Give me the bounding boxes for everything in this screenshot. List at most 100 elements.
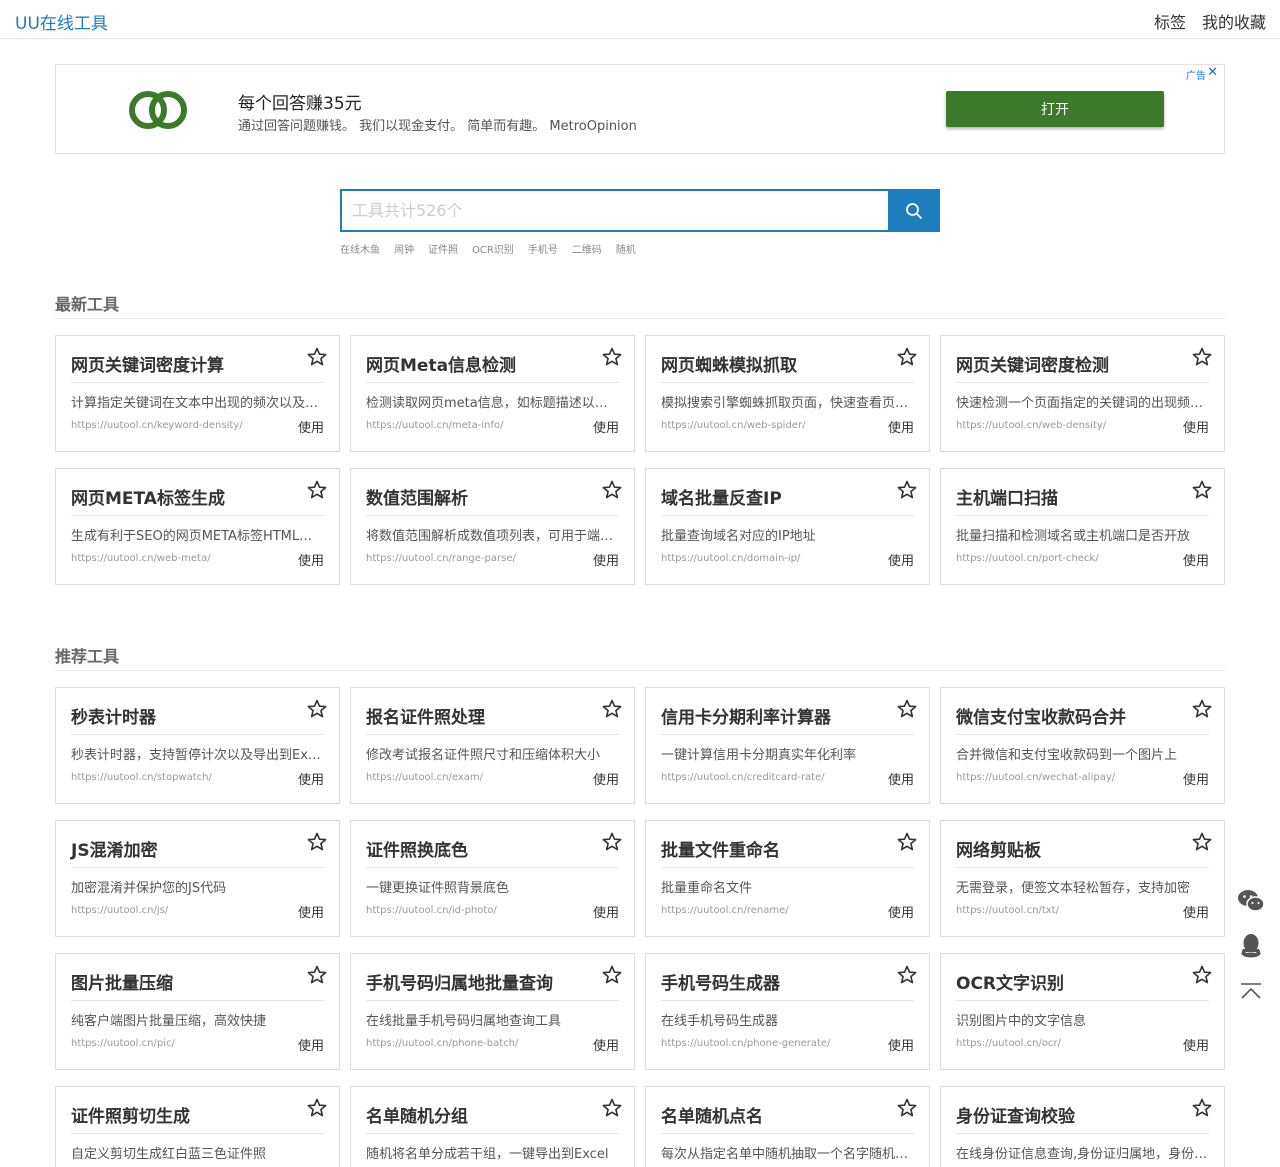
- tool-card[interactable]: 手机号码生成器 在线手机号码生成器 https://uutool.cn/phone-…: [645, 953, 930, 1070]
- use-link[interactable]: 使用: [888, 550, 914, 569]
- tool-card-title[interactable]: 证件照剪切生成: [71, 1102, 190, 1127]
- tool-card-title[interactable]: 证件照换底色: [366, 836, 468, 861]
- tool-card-title[interactable]: 网页关键词密度检测: [956, 351, 1109, 376]
- use-link[interactable]: 使用: [298, 902, 324, 921]
- tool-card[interactable]: 秒表计时器 秒表计时器，支持暂停计次以及导出到Excel https://uutoo…: [55, 687, 340, 804]
- tool-card-title[interactable]: 网页蜘蛛模拟抓取: [661, 351, 797, 376]
- tool-card-title[interactable]: 身份证查询校验: [956, 1102, 1075, 1127]
- use-link[interactable]: 使用: [593, 1035, 619, 1054]
- use-link[interactable]: 使用: [298, 417, 324, 436]
- tool-card[interactable]: 手机号码归属地批量查询 在线批量手机号码归属地查询工具 https://uutool…: [350, 953, 635, 1070]
- tool-card-title[interactable]: JS混淆加密: [71, 836, 158, 861]
- star-icon[interactable]: [1192, 699, 1212, 719]
- star-icon[interactable]: [897, 965, 917, 985]
- tool-card-title[interactable]: 网络剪贴板: [956, 836, 1041, 861]
- site-logo-link[interactable]: UU在线工具: [15, 9, 108, 34]
- star-icon[interactable]: [307, 832, 327, 852]
- star-icon[interactable]: [1192, 832, 1212, 852]
- hotword-link[interactable]: 二维码: [572, 241, 602, 256]
- tool-card[interactable]: 网页Meta信息检测 检测读取网页meta信息，如标题描述以及关键词 https:/…: [350, 335, 635, 452]
- search-button[interactable]: [888, 189, 940, 232]
- star-icon[interactable]: [602, 1098, 622, 1118]
- hotword-link[interactable]: 在线木鱼: [340, 241, 380, 256]
- hotword-link[interactable]: 随机: [616, 241, 636, 256]
- tool-card-title[interactable]: 主机端口扫描: [956, 484, 1058, 509]
- tool-card[interactable]: 网页关键词密度检测快速检测一个页面指定的关键词的出现频次与密度 https://u…: [940, 335, 1225, 452]
- star-icon[interactable]: [307, 1098, 327, 1118]
- use-link[interactable]: 使用: [593, 417, 619, 436]
- wechat-button[interactable]: [1236, 888, 1266, 914]
- search-input[interactable]: [340, 189, 888, 232]
- star-icon[interactable]: [1192, 965, 1212, 985]
- tool-card[interactable]: 数值范围解析 将数值范围解析成数值项列表，可用于端口范围 https://uutoo…: [350, 468, 635, 585]
- hotword-link[interactable]: OCR识别: [472, 241, 514, 256]
- star-icon[interactable]: [602, 832, 622, 852]
- star-icon[interactable]: [1192, 1098, 1212, 1118]
- star-icon[interactable]: [897, 347, 917, 367]
- use-link[interactable]: 使用: [1183, 769, 1209, 788]
- tool-card[interactable]: 证件照换底色 一键更换证件照背景底色 https://uutool.cn/id-ph…: [350, 820, 635, 937]
- nav-tags-link[interactable]: 标签: [1154, 9, 1186, 33]
- tool-card[interactable]: JS混淆加密 加密混淆并保护您的JS代码 https://uutool.cn/js/…: [55, 820, 340, 937]
- star-icon[interactable]: [307, 480, 327, 500]
- tool-card-title[interactable]: OCR文字识别: [956, 969, 1064, 994]
- use-link[interactable]: 使用: [593, 550, 619, 569]
- hotword-link[interactable]: 手机号: [528, 241, 558, 256]
- use-link[interactable]: 使用: [888, 417, 914, 436]
- tool-card[interactable]: 名单随机点名 每次从指定名单中随机抽取一个名字随机点名: [645, 1086, 930, 1167]
- use-link[interactable]: 使用: [298, 769, 324, 788]
- use-link[interactable]: 使用: [298, 550, 324, 569]
- tool-card[interactable]: 网页META标签生成 生成有利于SEO的网页META标签HTML代码 https:/…: [55, 468, 340, 585]
- star-icon[interactable]: [602, 480, 622, 500]
- tool-card-title[interactable]: 微信支付宝收款码合并: [956, 703, 1126, 728]
- star-icon[interactable]: [897, 699, 917, 719]
- use-link[interactable]: 使用: [593, 902, 619, 921]
- star-icon[interactable]: [307, 965, 327, 985]
- star-icon[interactable]: [602, 347, 622, 367]
- use-link[interactable]: 使用: [1183, 902, 1209, 921]
- star-icon[interactable]: [602, 965, 622, 985]
- tool-card[interactable]: 身份证查询校验 在线身份证信息查询,身份证归属地，身份证校验: [940, 1086, 1225, 1167]
- use-link[interactable]: 使用: [1183, 417, 1209, 436]
- tool-card-title[interactable]: 秒表计时器: [71, 703, 156, 728]
- star-icon[interactable]: [602, 699, 622, 719]
- tool-card-title[interactable]: 名单随机点名: [661, 1102, 763, 1127]
- tool-card[interactable]: 名单随机分组 随机将名单分成若干组，一键导出到Excel: [350, 1086, 635, 1167]
- tool-card-title[interactable]: 域名批量反查IP: [661, 484, 782, 509]
- hotword-link[interactable]: 证件照: [428, 241, 458, 256]
- use-link[interactable]: 使用: [298, 1035, 324, 1054]
- qq-button[interactable]: [1236, 933, 1266, 959]
- tool-card-title[interactable]: 图片批量压缩: [71, 969, 173, 994]
- tool-card[interactable]: 图片批量压缩 纯客户端图片批量压缩，高效快捷 https://uutool.cn/p…: [55, 953, 340, 1070]
- use-link[interactable]: 使用: [1183, 550, 1209, 569]
- tool-card-title[interactable]: 报名证件照处理: [366, 703, 485, 728]
- star-icon[interactable]: [1192, 480, 1212, 500]
- ad-badge[interactable]: 广告: [1186, 67, 1206, 82]
- tool-card-title[interactable]: 网页Meta信息检测: [366, 351, 516, 376]
- ad-banner[interactable]: 每个回答赚35元 通过回答问题赚钱。 我们以现金支付。 简单而有趣。 Metro…: [55, 64, 1225, 154]
- tool-card[interactable]: 批量文件重命名 批量重命名文件 https://uutool.cn/rename/使…: [645, 820, 930, 937]
- tool-card-title[interactable]: 信用卡分期利率计算器: [661, 703, 831, 728]
- tool-card-title[interactable]: 批量文件重命名: [661, 836, 780, 861]
- star-icon[interactable]: [897, 480, 917, 500]
- star-icon[interactable]: [1192, 347, 1212, 367]
- ad-open-button[interactable]: 打开: [946, 91, 1164, 127]
- tool-card-title[interactable]: 数值范围解析: [366, 484, 468, 509]
- tool-card[interactable]: 信用卡分期利率计算器 一键计算信用卡分期真实年化利率 https://uutool.…: [645, 687, 930, 804]
- star-icon[interactable]: [897, 832, 917, 852]
- use-link[interactable]: 使用: [888, 769, 914, 788]
- use-link[interactable]: 使用: [1183, 1035, 1209, 1054]
- tool-card[interactable]: 域名批量反查IP 批量查询域名对应的IP地址 https://uutool.cn/d…: [645, 468, 930, 585]
- tool-card-title[interactable]: 网页关键词密度计算: [71, 351, 224, 376]
- tool-card-title[interactable]: 名单随机分组: [366, 1102, 468, 1127]
- use-link[interactable]: 使用: [593, 769, 619, 788]
- star-icon[interactable]: [897, 1098, 917, 1118]
- tool-card[interactable]: OCR文字识别 识别图片中的文字信息 https://uutool.cn/ocr/使…: [940, 953, 1225, 1070]
- hotword-link[interactable]: 闹钟: [394, 241, 414, 256]
- star-icon[interactable]: [307, 347, 327, 367]
- tool-card-title[interactable]: 手机号码归属地批量查询: [366, 969, 553, 994]
- tool-card[interactable]: 网页关键词密度计算 计算指定关键词在文本中出现的频次以及密度 https://uut…: [55, 335, 340, 452]
- tool-card[interactable]: 主机端口扫描 批量扫描和检测域名或主机端口是否开放 https://uutool.c…: [940, 468, 1225, 585]
- close-icon[interactable]: ✕: [1207, 65, 1218, 80]
- use-link[interactable]: 使用: [888, 1035, 914, 1054]
